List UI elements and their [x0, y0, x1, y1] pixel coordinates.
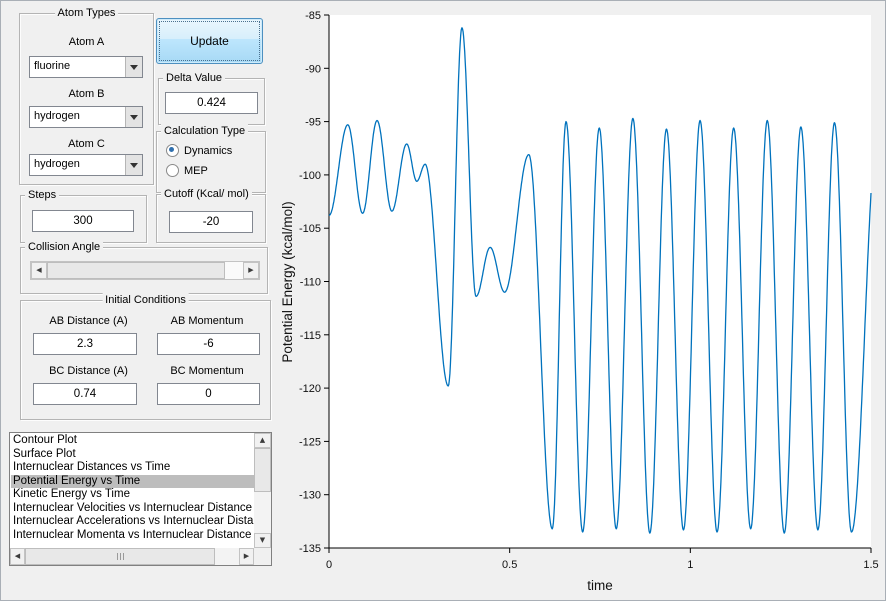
- delta-value-field[interactable]: [165, 92, 258, 114]
- x-axis-label: time: [587, 578, 613, 593]
- listbox-items: Contour Plot Surface Plot Internuclear Dis…: [11, 434, 254, 548]
- collision-angle-panel: Collision Angle ◀ ▶: [20, 240, 268, 294]
- atom-c-dropdown[interactable]: hydrogen: [29, 154, 143, 176]
- chevron-down-icon[interactable]: [125, 107, 142, 127]
- scroll-up-icon[interactable]: ▲: [254, 433, 271, 448]
- ab-distance-label: AB Distance (A): [49, 315, 128, 327]
- list-item[interactable]: Internuclear Accelerations vs Internucle…: [11, 515, 254, 529]
- cutoff-title: Cutoff (Kcal/ mol): [161, 187, 252, 201]
- list-item[interactable]: Contour Plot: [11, 434, 254, 448]
- calculation-type-panel: Calculation Type Dynamics MEP: [156, 124, 266, 193]
- svg-text:-115: -115: [300, 330, 321, 342]
- svg-text:-95: -95: [305, 117, 321, 129]
- svg-text:-125: -125: [299, 436, 321, 448]
- radio-mep-label: MEP: [184, 164, 208, 177]
- svg-text:0.5: 0.5: [502, 559, 517, 571]
- cutoff-field[interactable]: [169, 211, 253, 233]
- scroll-down-icon[interactable]: ▼: [254, 533, 271, 548]
- initial-conditions-title: Initial Conditions: [102, 293, 189, 307]
- scroll-right-icon[interactable]: ▶: [239, 548, 254, 565]
- svg-text:-105: -105: [299, 223, 321, 235]
- bc-momentum-field[interactable]: [157, 383, 260, 405]
- update-button[interactable]: Update: [156, 18, 263, 64]
- listbox-vertical-scrollbar[interactable]: ▲ ▼: [254, 433, 271, 548]
- potential-energy-plot: time Potential Energy (kcal/mol) -135 -13…: [281, 1, 885, 600]
- atom-a-label: Atom A: [68, 36, 105, 48]
- atom-c-value: hydrogen: [34, 158, 80, 170]
- scrollbar-thumb[interactable]: [254, 448, 271, 492]
- radio-dynamics[interactable]: Dynamics: [166, 144, 232, 157]
- atom-a-dropdown[interactable]: fluorine: [29, 56, 143, 78]
- atom-b-dropdown[interactable]: hydrogen: [29, 106, 143, 128]
- list-item[interactable]: Internuclear Velocities vs Internuclear …: [11, 502, 254, 516]
- ab-distance-field[interactable]: [33, 333, 137, 355]
- scrollbar-thumb[interactable]: [25, 548, 215, 565]
- collision-angle-slider[interactable]: ◀ ▶: [30, 261, 260, 280]
- steps-title: Steps: [25, 188, 60, 202]
- svg-text:-110: -110: [300, 277, 321, 289]
- atom-c-label: Atom C: [68, 138, 105, 150]
- calculation-type-title: Calculation Type: [161, 124, 249, 138]
- simulator-window: Atom Types Atom A fluorine Atom B hydrog…: [0, 0, 886, 601]
- list-item[interactable]: Potential Energy vs Time: [11, 474, 254, 488]
- radio-icon: [166, 164, 179, 177]
- bc-distance-label: BC Distance (A): [49, 365, 128, 377]
- plot-type-listbox[interactable]: Contour Plot Surface Plot Internuclear Dis…: [9, 432, 272, 566]
- atom-b-label: Atom B: [68, 88, 105, 100]
- scroll-right-icon[interactable]: ▶: [243, 262, 259, 279]
- svg-text:-100: -100: [299, 170, 321, 182]
- ab-momentum-label: AB Momentum: [170, 315, 244, 327]
- scroll-left-icon[interactable]: ◀: [31, 262, 47, 279]
- slider-thumb[interactable]: [47, 262, 225, 279]
- steps-panel: Steps: [20, 188, 147, 243]
- delta-value-title: Delta Value: [163, 71, 226, 85]
- svg-text:-120: -120: [299, 383, 321, 395]
- bc-distance-field[interactable]: [33, 383, 137, 405]
- svg-text:1.5: 1.5: [863, 559, 878, 571]
- collision-angle-title: Collision Angle: [25, 240, 104, 254]
- atom-types-title: Atom Types: [54, 6, 119, 20]
- initial-conditions-panel: Initial Conditions AB Distance (A) AB Mo…: [20, 293, 271, 420]
- atom-a-value: fluorine: [34, 60, 71, 72]
- list-item[interactable]: Internuclear Distances vs Time: [11, 461, 254, 475]
- svg-text:-90: -90: [305, 63, 321, 75]
- scrollbar-corner: [254, 548, 271, 565]
- y-axis-label: Potential Energy (kcal/mol): [281, 201, 295, 362]
- ab-momentum-field[interactable]: [157, 333, 260, 355]
- listbox-horizontal-scrollbar[interactable]: ◀ ▶: [10, 548, 254, 565]
- thumb-gripper-icon: [116, 553, 124, 560]
- svg-text:-130: -130: [299, 490, 321, 502]
- steps-field[interactable]: [32, 210, 134, 232]
- chevron-down-icon[interactable]: [125, 155, 142, 175]
- list-item[interactable]: Surface Plot: [11, 448, 254, 462]
- svg-text:-135: -135: [299, 543, 321, 555]
- atom-b-value: hydrogen: [34, 110, 80, 122]
- scroll-left-icon[interactable]: ◀: [10, 548, 25, 565]
- svg-text:1: 1: [687, 559, 693, 571]
- delta-value-panel: Delta Value: [158, 71, 265, 125]
- radio-dynamics-label: Dynamics: [184, 144, 233, 157]
- bc-momentum-label: BC Momentum: [170, 365, 244, 377]
- list-item[interactable]: Internuclear Momenta vs Internuclear Dis…: [11, 529, 254, 543]
- svg-text:-85: -85: [305, 10, 321, 22]
- svg-text:0: 0: [326, 559, 332, 571]
- chevron-down-icon[interactable]: [125, 57, 142, 77]
- radio-mep[interactable]: MEP: [166, 164, 208, 177]
- axes-background: [329, 15, 871, 548]
- radio-icon: [166, 144, 179, 157]
- cutoff-panel: Cutoff (Kcal/ mol): [156, 187, 266, 243]
- atom-types-panel: Atom Types Atom A fluorine Atom B hydrog…: [19, 6, 154, 185]
- list-item[interactable]: Kinetic Energy vs Time: [11, 488, 254, 502]
